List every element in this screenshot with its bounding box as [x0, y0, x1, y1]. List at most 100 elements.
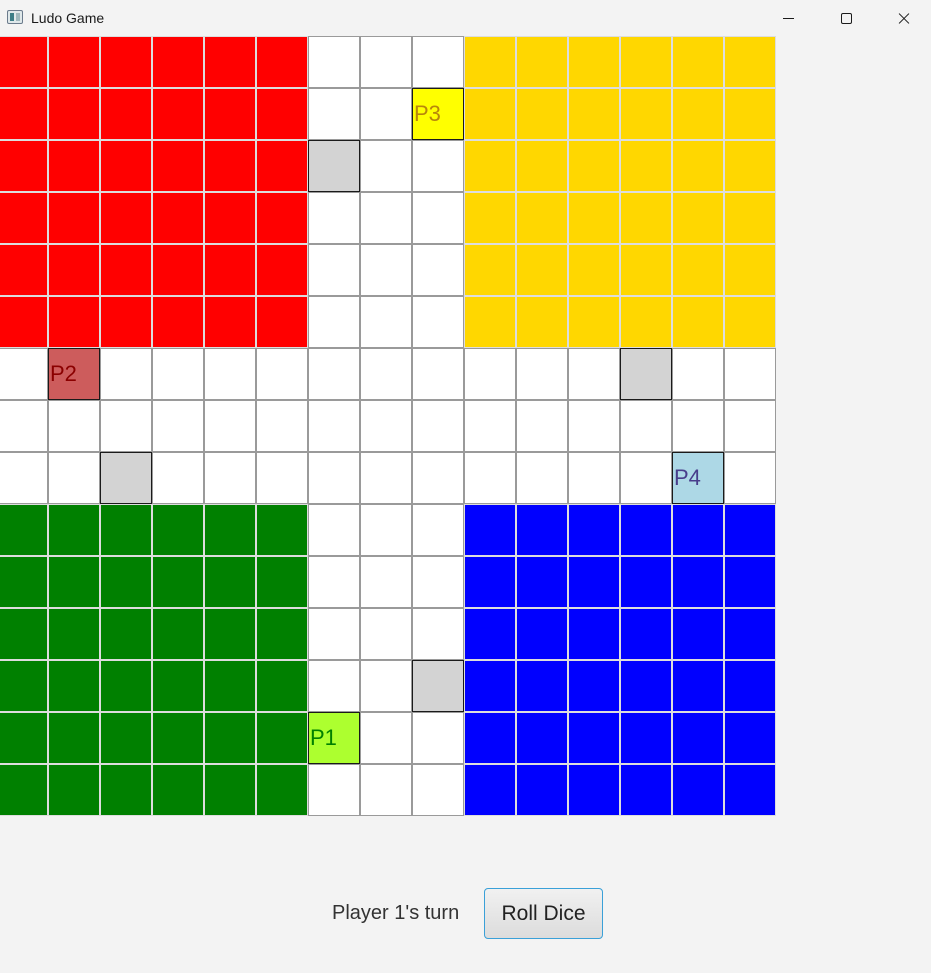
path-cell[interactable]: [360, 88, 412, 140]
home-cell-blue: [724, 712, 776, 764]
home-cell-red: [100, 296, 152, 348]
safe-cell[interactable]: [100, 452, 152, 504]
path-cell[interactable]: [464, 452, 516, 504]
path-cell[interactable]: [204, 452, 256, 504]
maximize-button[interactable]: [817, 0, 875, 36]
path-cell[interactable]: [204, 400, 256, 452]
title-bar[interactable]: Ludo Game: [0, 0, 931, 36]
path-cell[interactable]: [308, 452, 360, 504]
home-cell-yellow: [620, 296, 672, 348]
path-cell[interactable]: [724, 452, 776, 504]
path-cell[interactable]: [412, 556, 464, 608]
path-cell[interactable]: [360, 660, 412, 712]
path-cell[interactable]: [620, 400, 672, 452]
minimize-button[interactable]: [759, 0, 817, 36]
path-cell[interactable]: [568, 348, 620, 400]
path-cell[interactable]: [412, 452, 464, 504]
path-cell[interactable]: [412, 36, 464, 88]
path-cell[interactable]: [360, 348, 412, 400]
close-icon: [897, 11, 911, 25]
path-cell[interactable]: [516, 452, 568, 504]
path-cell[interactable]: [360, 192, 412, 244]
path-cell[interactable]: [568, 400, 620, 452]
path-cell[interactable]: [0, 452, 48, 504]
home-cell-yellow: [568, 88, 620, 140]
path-cell[interactable]: [204, 348, 256, 400]
path-cell[interactable]: [308, 296, 360, 348]
path-cell[interactable]: [412, 504, 464, 556]
path-cell[interactable]: [308, 556, 360, 608]
path-cell[interactable]: [308, 36, 360, 88]
path-cell[interactable]: [464, 348, 516, 400]
path-cell[interactable]: [412, 244, 464, 296]
path-cell[interactable]: [360, 296, 412, 348]
path-cell[interactable]: [152, 348, 204, 400]
close-button[interactable]: [875, 0, 931, 36]
path-cell[interactable]: [360, 400, 412, 452]
path-cell[interactable]: [464, 400, 516, 452]
path-cell[interactable]: [360, 244, 412, 296]
path-cell[interactable]: [308, 192, 360, 244]
path-cell[interactable]: [516, 348, 568, 400]
path-cell[interactable]: [412, 192, 464, 244]
player-token-cell[interactable]: P3: [412, 88, 464, 140]
home-cell-yellow: [724, 192, 776, 244]
path-cell[interactable]: [48, 452, 100, 504]
path-cell[interactable]: [724, 348, 776, 400]
path-cell[interactable]: [360, 764, 412, 816]
safe-cell[interactable]: [620, 348, 672, 400]
player-token-cell[interactable]: P1: [308, 712, 360, 764]
path-cell[interactable]: [308, 348, 360, 400]
path-cell[interactable]: [308, 504, 360, 556]
path-cell[interactable]: [100, 348, 152, 400]
path-cell[interactable]: [360, 608, 412, 660]
path-cell[interactable]: [412, 296, 464, 348]
path-cell[interactable]: [360, 36, 412, 88]
path-cell[interactable]: [412, 140, 464, 192]
path-cell[interactable]: [152, 400, 204, 452]
path-cell[interactable]: [0, 348, 48, 400]
path-cell[interactable]: [308, 660, 360, 712]
path-cell[interactable]: [308, 764, 360, 816]
path-cell[interactable]: [308, 608, 360, 660]
path-cell[interactable]: [412, 348, 464, 400]
path-cell[interactable]: [256, 348, 308, 400]
path-cell[interactable]: [256, 452, 308, 504]
home-cell-yellow: [672, 296, 724, 348]
safe-cell[interactable]: [412, 660, 464, 712]
path-cell[interactable]: [308, 400, 360, 452]
path-cell[interactable]: [256, 400, 308, 452]
path-cell[interactable]: [308, 88, 360, 140]
path-cell[interactable]: [152, 452, 204, 504]
path-cell[interactable]: [360, 504, 412, 556]
path-cell[interactable]: [672, 400, 724, 452]
ludo-board: P3 P2 P4 P1: [0, 36, 776, 816]
path-cell[interactable]: [516, 400, 568, 452]
roll-dice-button[interactable]: Roll Dice: [484, 888, 603, 939]
home-cell-red: [0, 296, 48, 348]
path-cell[interactable]: [360, 140, 412, 192]
home-cell-green: [204, 712, 256, 764]
path-cell[interactable]: [48, 400, 100, 452]
path-cell[interactable]: [360, 556, 412, 608]
home-cell-red: [204, 88, 256, 140]
home-cell-yellow: [516, 244, 568, 296]
path-cell[interactable]: [620, 452, 672, 504]
path-cell[interactable]: [568, 452, 620, 504]
path-cell[interactable]: [412, 608, 464, 660]
path-cell[interactable]: [100, 400, 152, 452]
path-cell[interactable]: [672, 348, 724, 400]
path-cell[interactable]: [412, 712, 464, 764]
path-cell[interactable]: [0, 400, 48, 452]
home-cell-blue: [464, 504, 516, 556]
path-cell[interactable]: [360, 452, 412, 504]
path-cell[interactable]: [308, 244, 360, 296]
player-token-cell[interactable]: P2: [48, 348, 100, 400]
home-cell-red: [48, 296, 100, 348]
path-cell[interactable]: [412, 764, 464, 816]
safe-cell[interactable]: [308, 140, 360, 192]
player-token-cell[interactable]: P4: [672, 452, 724, 504]
path-cell[interactable]: [360, 712, 412, 764]
path-cell[interactable]: [724, 400, 776, 452]
path-cell[interactable]: [412, 400, 464, 452]
